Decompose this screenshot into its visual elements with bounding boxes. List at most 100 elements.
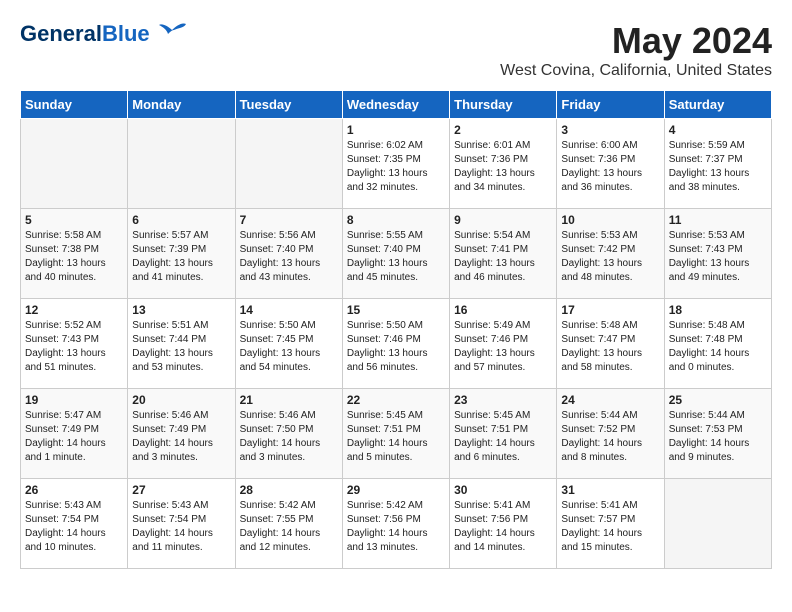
calendar-cell: 15 Sunrise: 5:50 AM Sunset: 7:46 PM Dayli… [342, 299, 449, 389]
calendar-cell: 12Sunrise: 5:52 AM Sunset: 7:43 PM Dayli… [21, 299, 128, 389]
calendar-cell: 9 Sunrise: 5:54 AM Sunset: 7:41 PM Daylig… [450, 209, 557, 299]
calendar-cell: 19 Sunrise: 5:47 AM Sunset: 7:49 PM Dayli… [21, 389, 128, 479]
cell-details: Sunrise: 5:54 AM Sunset: 7:41 PM Dayligh… [454, 229, 552, 285]
cell-details: Sunrise: 5:41 AM Sunset: 7:56 PM Dayligh… [454, 499, 552, 555]
calendar-cell: 4 Sunrise: 5:59 AM Sunset: 7:37 PM Daylig… [664, 119, 771, 209]
day-number: 12 [25, 303, 123, 317]
cell-details: Sunrise: 5:46 AM Sunset: 7:50 PM Dayligh… [240, 409, 338, 465]
calendar-cell: 5 Sunrise: 5:58 AM Sunset: 7:38 PM Daylig… [21, 209, 128, 299]
cell-details: Sunrise: 5:50 AM Sunset: 7:46 PM Dayligh… [347, 319, 445, 375]
calendar-cell: 7 Sunrise: 5:56 AM Sunset: 7:40 PM Daylig… [235, 209, 342, 299]
col-wednesday: Wednesday [342, 91, 449, 119]
cell-details: Sunrise: 5:58 AM Sunset: 7:38 PM Dayligh… [25, 229, 123, 285]
cell-details: Sunrise: 5:44 AM Sunset: 7:53 PM Dayligh… [669, 409, 767, 465]
logo-text: GeneralBlue [20, 21, 150, 47]
cell-details: Sunrise: 5:48 AM Sunset: 7:47 PM Dayligh… [561, 319, 659, 375]
logo-bird-icon [158, 20, 188, 48]
day-number: 2 [454, 123, 552, 137]
calendar-cell: 11 Sunrise: 5:53 AM Sunset: 7:43 PM Dayli… [664, 209, 771, 299]
cell-details: Sunrise: 5:44 AM Sunset: 7:52 PM Dayligh… [561, 409, 659, 465]
day-number: 11 [669, 213, 767, 227]
cell-details: Sunrise: 5:53 AM Sunset: 7:43 PM Dayligh… [669, 229, 767, 285]
calendar-cell: 24 Sunrise: 5:44 AM Sunset: 7:52 PM Dayli… [557, 389, 664, 479]
col-saturday: Saturday [664, 91, 771, 119]
calendar-cell: 3Sunrise: 6:00 AM Sunset: 7:36 PM Daylig… [557, 119, 664, 209]
cell-details: Sunrise: 5:49 AM Sunset: 7:46 PM Dayligh… [454, 319, 552, 375]
day-number: 24 [561, 393, 659, 407]
calendar-cell [21, 119, 128, 209]
day-number: 21 [240, 393, 338, 407]
calendar-week-row: 19 Sunrise: 5:47 AM Sunset: 7:49 PM Dayli… [21, 389, 772, 479]
cell-details: Sunrise: 6:00 AM Sunset: 7:36 PM Dayligh… [561, 139, 659, 195]
day-number: 31 [561, 483, 659, 497]
day-number: 22 [347, 393, 445, 407]
cell-details: Sunrise: 5:55 AM Sunset: 7:40 PM Dayligh… [347, 229, 445, 285]
page-title: May 2024 [500, 20, 772, 62]
cell-details: Sunrise: 5:45 AM Sunset: 7:51 PM Dayligh… [347, 409, 445, 465]
calendar-cell: 27Sunrise: 5:43 AM Sunset: 7:54 PM Dayli… [128, 479, 235, 569]
day-number: 9 [454, 213, 552, 227]
cell-details: Sunrise: 5:42 AM Sunset: 7:56 PM Dayligh… [347, 499, 445, 555]
calendar-week-row: 26 Sunrise: 5:43 AM Sunset: 7:54 PM Dayli… [21, 479, 772, 569]
cell-details: Sunrise: 6:01 AM Sunset: 7:36 PM Dayligh… [454, 139, 552, 195]
calendar-cell: 26Sunrise: 5:43 AM Sunset: 7:54 PM Dayli… [21, 479, 128, 569]
day-number: 10 [561, 213, 659, 227]
day-number: 14 [240, 303, 338, 317]
title-block: May 2024 West Covina, California, United… [500, 20, 772, 80]
calendar-header-row: Sunday Monday Tuesday Wednesday Thursday… [21, 91, 772, 119]
day-number: 5 [25, 213, 123, 227]
cell-details: Sunrise: 5:51 AM Sunset: 7:44 PM Dayligh… [132, 319, 230, 375]
day-number: 15 [347, 303, 445, 317]
cell-details: Sunrise: 6:02 AM Sunset: 7:35 PM Dayligh… [347, 139, 445, 195]
calendar-cell: 6 Sunrise: 5:57 AM Sunset: 7:39 PM Daylig… [128, 209, 235, 299]
day-number: 26 [25, 483, 123, 497]
calendar-cell: 31 Sunrise: 5:41 AM Sunset: 7:57 PM Dayli… [557, 479, 664, 569]
cell-details: Sunrise: 5:43 AM Sunset: 7:54 PM Dayligh… [132, 499, 230, 555]
calendar-cell: 25Sunrise: 5:44 AM Sunset: 7:53 PM Dayli… [664, 389, 771, 479]
cell-details: Sunrise: 5:53 AM Sunset: 7:42 PM Dayligh… [561, 229, 659, 285]
calendar-cell: 22 Sunrise: 5:45 AM Sunset: 7:51 PM Dayli… [342, 389, 449, 479]
day-number: 7 [240, 213, 338, 227]
day-number: 23 [454, 393, 552, 407]
cell-details: Sunrise: 5:46 AM Sunset: 7:49 PM Dayligh… [132, 409, 230, 465]
day-number: 16 [454, 303, 552, 317]
calendar-cell [235, 119, 342, 209]
calendar-cell: 18Sunrise: 5:48 AM Sunset: 7:48 PM Dayli… [664, 299, 771, 389]
cell-details: Sunrise: 5:47 AM Sunset: 7:49 PM Dayligh… [25, 409, 123, 465]
calendar-cell: 2 Sunrise: 6:01 AM Sunset: 7:36 PM Daylig… [450, 119, 557, 209]
calendar-cell: 1 Sunrise: 6:02 AM Sunset: 7:35 PM Daylig… [342, 119, 449, 209]
calendar-cell [128, 119, 235, 209]
calendar-cell: 30 Sunrise: 5:41 AM Sunset: 7:56 PM Dayli… [450, 479, 557, 569]
day-number: 4 [669, 123, 767, 137]
calendar-cell: 28 Sunrise: 5:42 AM Sunset: 7:55 PM Dayli… [235, 479, 342, 569]
col-friday: Friday [557, 91, 664, 119]
day-number: 30 [454, 483, 552, 497]
logo: GeneralBlue [20, 20, 188, 48]
col-monday: Monday [128, 91, 235, 119]
day-number: 18 [669, 303, 767, 317]
cell-details: Sunrise: 5:50 AM Sunset: 7:45 PM Dayligh… [240, 319, 338, 375]
calendar-cell: 8Sunrise: 5:55 AM Sunset: 7:40 PM Daylig… [342, 209, 449, 299]
calendar-table: Sunday Monday Tuesday Wednesday Thursday… [20, 90, 772, 569]
cell-details: Sunrise: 5:41 AM Sunset: 7:57 PM Dayligh… [561, 499, 659, 555]
cell-details: Sunrise: 5:42 AM Sunset: 7:55 PM Dayligh… [240, 499, 338, 555]
cell-details: Sunrise: 5:56 AM Sunset: 7:40 PM Dayligh… [240, 229, 338, 285]
page-header: GeneralBlue May 2024 West Covina, Califo… [20, 20, 772, 80]
day-number: 1 [347, 123, 445, 137]
calendar-cell [664, 479, 771, 569]
day-number: 19 [25, 393, 123, 407]
day-number: 28 [240, 483, 338, 497]
calendar-cell: 29Sunrise: 5:42 AM Sunset: 7:56 PM Dayli… [342, 479, 449, 569]
col-tuesday: Tuesday [235, 91, 342, 119]
day-number: 20 [132, 393, 230, 407]
col-sunday: Sunday [21, 91, 128, 119]
day-number: 13 [132, 303, 230, 317]
calendar-cell: 21 Sunrise: 5:46 AM Sunset: 7:50 PM Dayli… [235, 389, 342, 479]
day-number: 6 [132, 213, 230, 227]
page-location: West Covina, California, United States [500, 62, 772, 80]
cell-details: Sunrise: 5:57 AM Sunset: 7:39 PM Dayligh… [132, 229, 230, 285]
day-number: 17 [561, 303, 659, 317]
calendar-cell: 16 Sunrise: 5:49 AM Sunset: 7:46 PM Dayli… [450, 299, 557, 389]
cell-details: Sunrise: 5:45 AM Sunset: 7:51 PM Dayligh… [454, 409, 552, 465]
cell-details: Sunrise: 5:59 AM Sunset: 7:37 PM Dayligh… [669, 139, 767, 195]
